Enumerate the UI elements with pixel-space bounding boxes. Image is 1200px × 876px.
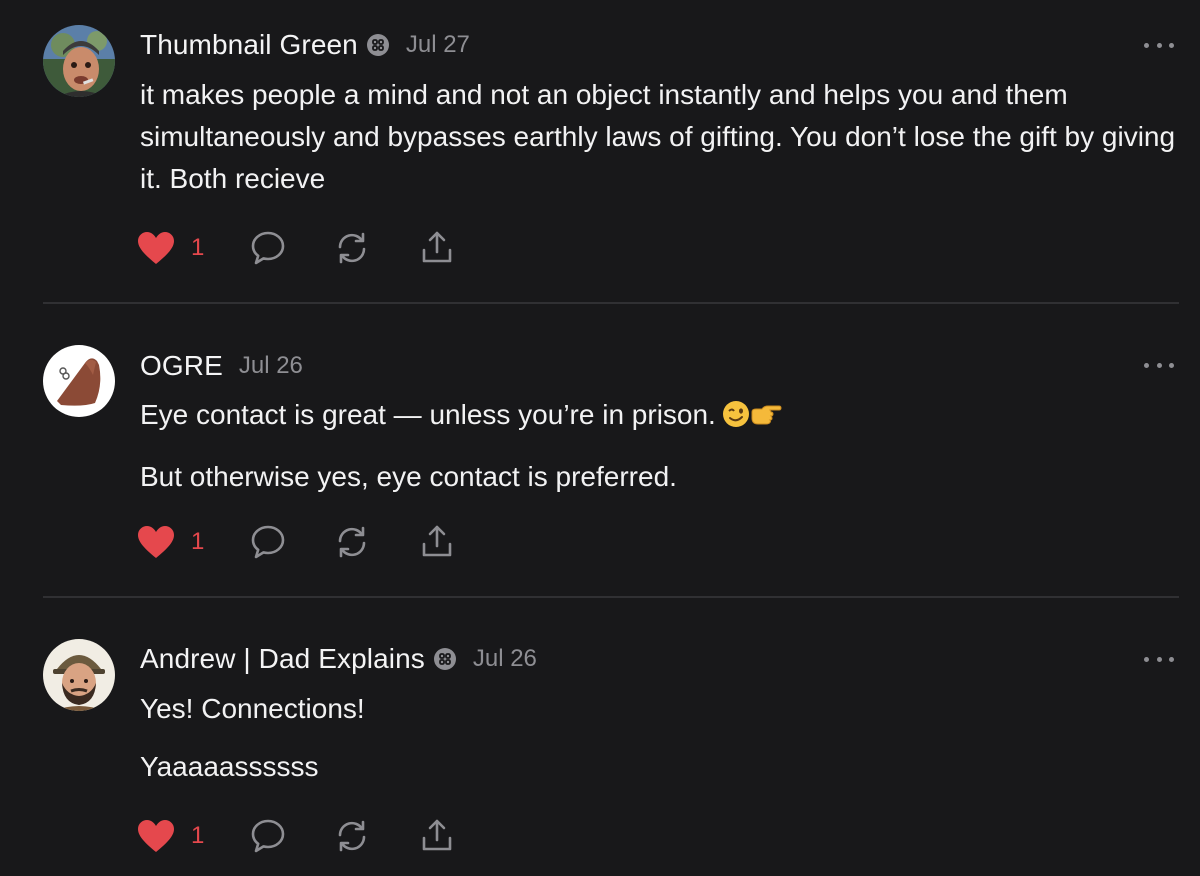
divider xyxy=(43,596,1179,598)
comment-paragraph: But otherwise yes, eye contact is prefer… xyxy=(140,461,677,492)
dot xyxy=(1156,362,1162,368)
comment-paragraph-text: Eye contact is great — unless you’re in … xyxy=(140,399,716,430)
divider xyxy=(43,302,1179,304)
winking-face-icon xyxy=(722,398,750,440)
reply-button[interactable] xyxy=(250,522,286,562)
author-name[interactable]: OGRE xyxy=(140,350,223,382)
comment-header: Andrew | Dad Explains Jul 26 xyxy=(140,642,537,676)
like-count: 1 xyxy=(191,822,205,849)
like-button[interactable]: 1 xyxy=(137,228,204,268)
heart-icon xyxy=(138,820,174,852)
share-icon xyxy=(422,525,452,557)
dot xyxy=(1144,362,1149,368)
comment-body: Yes! Connections! Yaaaaassssss xyxy=(140,688,1180,788)
restack-button[interactable] xyxy=(334,816,370,856)
dot xyxy=(1144,42,1149,48)
comment-header: OGRE Jul 26 xyxy=(140,349,303,383)
dot xyxy=(1169,42,1174,48)
dot xyxy=(1156,42,1162,48)
share-button[interactable] xyxy=(419,522,455,562)
dot xyxy=(1169,362,1174,368)
restack-icon xyxy=(338,526,366,558)
more-options-icon[interactable] xyxy=(1144,358,1174,372)
author-name[interactable]: Andrew | Dad Explains xyxy=(140,643,425,675)
comment-body: it makes people a mind and not an object… xyxy=(140,74,1180,200)
share-button[interactable] xyxy=(419,816,455,856)
restack-icon xyxy=(338,820,366,852)
like-count: 1 xyxy=(191,528,205,555)
avatar[interactable] xyxy=(43,639,115,711)
comment-paragraph: Yaaaaassssss xyxy=(140,751,319,782)
like-button[interactable]: 1 xyxy=(137,522,204,562)
heart-icon xyxy=(138,526,174,558)
subscriber-badge-icon xyxy=(366,33,390,57)
reply-button[interactable] xyxy=(250,228,286,268)
restack-button[interactable] xyxy=(334,228,370,268)
comment-paragraph: it makes people a mind and not an object… xyxy=(140,79,1176,194)
like-count: 1 xyxy=(191,234,205,261)
comment-date[interactable]: Jul 27 xyxy=(406,31,470,59)
restack-icon xyxy=(338,232,366,264)
comment-date[interactable]: Jul 26 xyxy=(473,645,537,673)
heart-icon xyxy=(138,232,174,264)
reply-button[interactable] xyxy=(250,816,286,856)
comment-bubble-icon xyxy=(251,231,285,265)
comment-actions: 1 xyxy=(137,522,467,562)
comment-body: Eye contact is great — unless you’re in … xyxy=(140,394,1180,498)
comment-paragraph: Eye contact is great — unless you’re in … xyxy=(140,394,1180,440)
more-options-icon[interactable] xyxy=(1144,38,1174,52)
like-button[interactable]: 1 xyxy=(137,816,204,856)
author-name[interactable]: Thumbnail Green xyxy=(140,29,358,61)
avatar[interactable] xyxy=(43,25,115,97)
restack-button[interactable] xyxy=(334,522,370,562)
comment-actions: 1 xyxy=(137,816,467,856)
comment-bubble-icon xyxy=(251,525,285,559)
pointing-hand-icon xyxy=(750,398,782,440)
comment-paragraph: Yes! Connections! xyxy=(140,693,365,724)
comment-actions: 1 xyxy=(137,228,467,268)
share-button[interactable] xyxy=(419,228,455,268)
comment-header: Thumbnail Green Jul 27 xyxy=(140,28,470,62)
avatar[interactable] xyxy=(43,345,115,417)
subscriber-badge-icon xyxy=(433,647,457,671)
more-options-icon[interactable] xyxy=(1144,652,1174,666)
dot xyxy=(1144,656,1149,662)
share-icon xyxy=(422,231,452,263)
share-icon xyxy=(422,819,452,851)
dot xyxy=(1169,656,1174,662)
dot xyxy=(1156,656,1162,662)
comment-bubble-icon xyxy=(251,819,285,853)
comment-date[interactable]: Jul 26 xyxy=(239,352,303,380)
